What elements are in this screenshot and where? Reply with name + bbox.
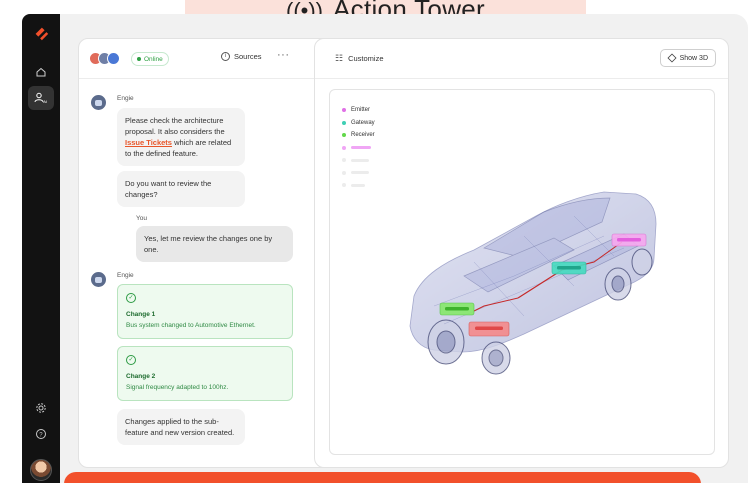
check-circle-icon: ✓ [126, 355, 136, 365]
legend-label: Gateway [351, 119, 375, 126]
viz-header: ☷ Customize Show 3D [315, 39, 728, 79]
change-card[interactable]: ✓ Change 2 Signal frequency adapted to 1… [117, 346, 293, 401]
control-module[interactable] [468, 321, 510, 337]
legend-placeholder [351, 158, 369, 162]
info-icon: i [221, 52, 230, 61]
ai-label: AI [43, 99, 47, 104]
legend-dot-icon [342, 183, 346, 188]
participant-avatars[interactable] [89, 52, 120, 65]
legend-item[interactable]: Receiver [342, 129, 375, 142]
app-logo [35, 27, 49, 41]
legend-placeholder [351, 183, 365, 187]
bot-avatar [91, 272, 106, 287]
change-title: Change 2 [126, 373, 156, 380]
message-bubble: Yes, let me review the changes one by on… [136, 226, 293, 262]
legend-dot-icon [342, 170, 346, 175]
show-3d-label: Show 3D [679, 54, 708, 62]
change-description: Signal frequency adapted to 100hz. [126, 384, 229, 391]
legend-item [342, 179, 375, 192]
main-area: Online i Sources ··· Engie Please check … [60, 14, 748, 483]
message-bubble: Changes applied to the sub-feature and n… [117, 409, 245, 445]
help-icon[interactable]: ? [28, 422, 54, 446]
show-3d-button[interactable]: Show 3D [659, 49, 716, 67]
sources-button[interactable]: i Sources [221, 52, 262, 61]
receiver-module[interactable] [439, 302, 475, 316]
emitter-module[interactable] [611, 233, 647, 247]
app-sidebar: AI ? [22, 14, 60, 483]
svg-text:?: ? [39, 432, 43, 438]
customize-label: Customize [348, 54, 384, 63]
speaker-name: You [136, 215, 147, 222]
user-ai-icon[interactable]: AI [28, 86, 54, 110]
bot-avatar [91, 95, 106, 110]
vehicle-viewport[interactable]: Emitter Gateway Receiver [329, 89, 715, 455]
legend-item [342, 167, 375, 180]
legend-placeholder [351, 146, 371, 150]
change-card[interactable]: ✓ Change 1 Bus system changed to Automot… [117, 284, 293, 339]
gear-icon[interactable] [28, 396, 54, 420]
speaker-name: Engie [117, 272, 134, 279]
change-description: Bus system changed to Automotive Etherne… [126, 322, 256, 329]
issue-tickets-link[interactable]: Issue Tickets [125, 138, 172, 147]
legend-placeholder [351, 171, 369, 175]
check-circle-icon: ✓ [126, 293, 136, 303]
message-bubble: Please check the architecture proposal. … [117, 108, 245, 166]
legend-label: Receiver [351, 132, 375, 139]
legend-item[interactable]: Emitter [342, 104, 375, 117]
home-icon[interactable] [28, 60, 54, 84]
gateway-module[interactable] [551, 261, 587, 275]
status-label: Online [144, 55, 163, 63]
legend-dot-icon [342, 145, 346, 150]
sliders-icon: ☷ [335, 53, 344, 63]
online-dot-icon [137, 57, 141, 61]
legend-item [342, 154, 375, 167]
cube-icon [667, 53, 677, 63]
status-badge: Online [131, 52, 169, 66]
sources-label: Sources [234, 52, 262, 61]
legend: Emitter Gateway Receiver [342, 104, 375, 192]
legend-dot-icon [342, 133, 346, 138]
legend-item[interactable]: Gateway [342, 117, 375, 130]
bottom-action-bar[interactable] [64, 472, 701, 483]
more-options-button[interactable]: ··· [277, 49, 290, 61]
message-bubble: Do you want to review the changes? [117, 171, 245, 207]
car-xray-model [409, 191, 657, 375]
legend-dot-icon [342, 108, 346, 113]
user-avatar[interactable] [30, 459, 52, 481]
visualization-panel: ☷ Customize Show 3D Emitter Gateway Rece… [314, 38, 729, 468]
legend-dot-icon [342, 158, 346, 163]
speaker-name: Engie [117, 95, 134, 102]
legend-label: Emitter [351, 107, 371, 114]
customize-button[interactable]: ☷ Customize [335, 53, 384, 64]
legend-item [342, 142, 375, 155]
legend-dot-icon [342, 120, 346, 125]
avatar [107, 52, 120, 65]
change-title: Change 1 [126, 311, 156, 318]
